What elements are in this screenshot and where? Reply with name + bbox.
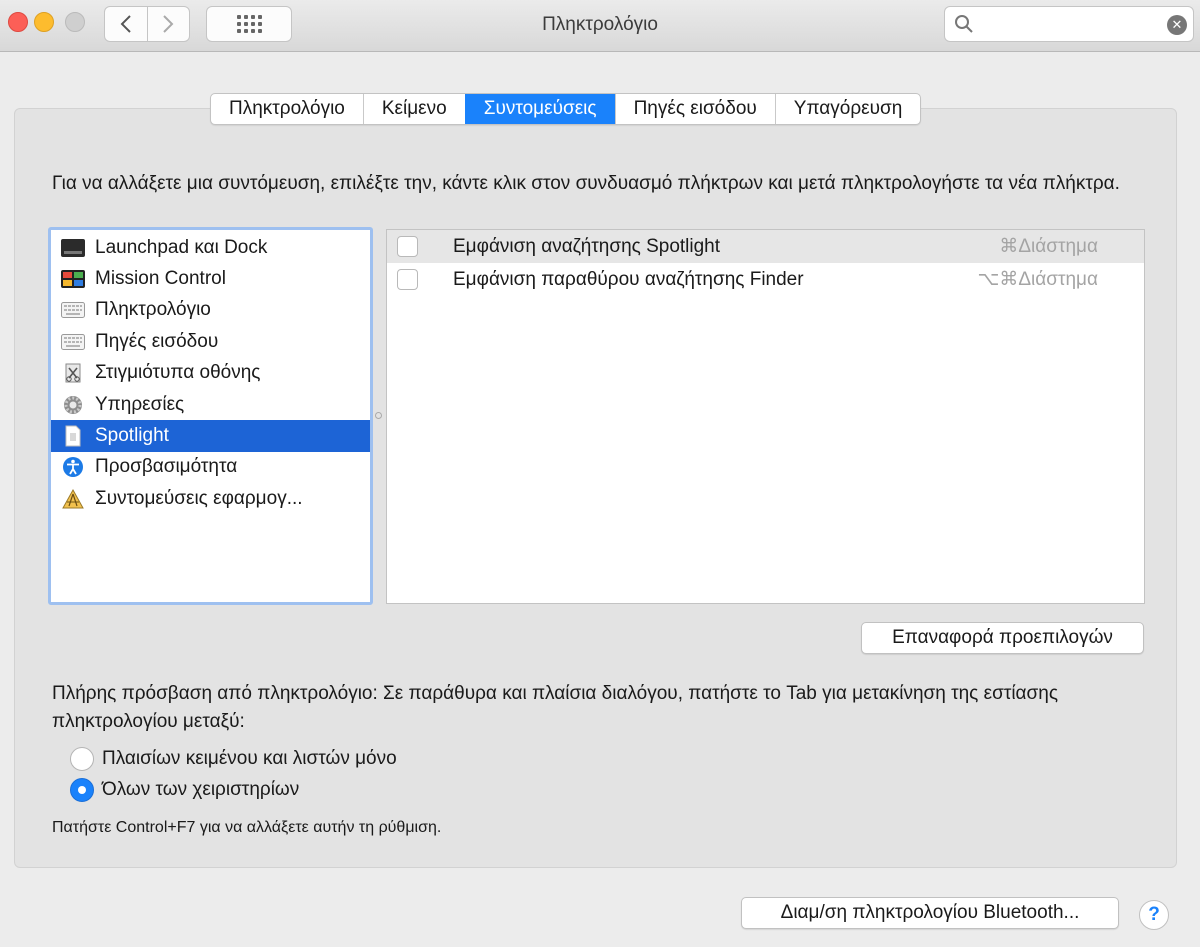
help-button[interactable]: ?: [1139, 900, 1169, 930]
category-screenshots[interactable]: Στιγμιότυπα οθόνης: [51, 358, 370, 389]
category-input-sources[interactable]: Πηγές εισόδου: [51, 326, 370, 357]
category-label: Πηγές εισόδου: [95, 330, 219, 352]
tab-bar: Πληκτρολόγιο Κείμενο Συντομεύσεις Πηγές …: [210, 93, 922, 125]
document-icon: [61, 425, 85, 447]
shortcut-label: Εμφάνιση παραθύρου αναζήτησης Finder: [453, 268, 804, 290]
shortcut-row[interactable]: Εμφάνιση αναζήτησης Spotlight ⌘Διάστημα: [387, 230, 1144, 263]
category-label: Spotlight: [95, 425, 169, 447]
radio-button[interactable]: [70, 747, 94, 771]
tab-shortcuts[interactable]: Συντομεύσεις: [464, 94, 615, 124]
shortcut-enable-checkbox[interactable]: [397, 236, 418, 257]
shortcuts-description: Για να αλλάξετε μια συντόμευση, επιλέξτε…: [52, 173, 1120, 194]
keyboard-icon: [61, 300, 85, 320]
category-label: Υπηρεσίες: [95, 393, 185, 415]
category-accessibility[interactable]: Προσβασιμότητα: [51, 452, 370, 483]
category-spotlight[interactable]: Spotlight: [51, 420, 370, 452]
shortcut-enable-checkbox[interactable]: [397, 269, 418, 290]
search-icon: [955, 15, 973, 33]
category-app-shortcuts[interactable]: Συντομεύσεις εφαρμογ...: [51, 483, 370, 514]
shortcut-category-list[interactable]: Launchpad και Dock Mission Control Πληκτ…: [48, 227, 373, 605]
shortcut-list[interactable]: Εμφάνιση αναζήτησης Spotlight ⌘Διάστημα …: [386, 229, 1145, 604]
tab-dictation[interactable]: Υπαγόρευση: [774, 94, 921, 124]
radio-label: Πλαισίων κειμένου και λιστών μόνο: [102, 748, 397, 769]
restore-defaults-button[interactable]: Επαναφορά προεπιλογών: [861, 622, 1144, 654]
mission-control-icon: [61, 269, 85, 289]
category-label: Launchpad και Dock: [95, 236, 268, 258]
radio-all-controls[interactable]: Όλων των χειριστηρίων: [70, 777, 299, 803]
shortcut-keys[interactable]: ⌥⌘Διάστημα: [977, 268, 1098, 291]
launchpad-icon: [61, 238, 85, 258]
radio-text-boxes-only[interactable]: Πλαισίων κειμένου και λιστών μόνο: [70, 746, 397, 772]
title-bar: Πληκτρολόγιο ✕: [0, 0, 1200, 52]
shortcut-keys[interactable]: ⌘Διάστημα: [999, 235, 1098, 258]
keyboard-icon: [61, 332, 85, 352]
category-label: Στιγμιότυπα οθόνης: [95, 362, 261, 384]
category-launchpad-dock[interactable]: Launchpad και Dock: [51, 232, 370, 263]
shortcut-label: Εμφάνιση αναζήτησης Spotlight: [453, 235, 721, 257]
split-view-divider[interactable]: [375, 412, 382, 419]
accessibility-icon: [61, 457, 85, 478]
keyboard-access-description: Πλήρης πρόσβαση από πληκτρολόγιο: Σε παρ…: [52, 683, 1058, 732]
tab-input-sources[interactable]: Πηγές εισόδου: [614, 94, 775, 124]
search-input[interactable]: [981, 13, 1161, 35]
radio-button[interactable]: [70, 778, 94, 802]
app-shortcuts-icon: [61, 488, 85, 509]
screenshot-icon: [61, 363, 85, 383]
category-label: Mission Control: [95, 268, 226, 290]
category-services[interactable]: Υπηρεσίες: [51, 389, 370, 420]
keyboard-access-hint: Πατήστε Control+F7 για να αλλάξετε αυτήν…: [52, 819, 442, 836]
category-label: Προσβασιμότητα: [95, 456, 238, 478]
category-keyboard[interactable]: Πληκτρολόγιο: [51, 295, 370, 326]
setup-bluetooth-keyboard-button[interactable]: Διαμ/ση πληκτρολογίου Bluetooth...: [741, 897, 1119, 929]
category-mission-control[interactable]: Mission Control: [51, 263, 370, 294]
radio-label: Όλων των χειριστηρίων: [102, 779, 300, 800]
clear-search-icon[interactable]: ✕: [1167, 15, 1187, 35]
tab-keyboard[interactable]: Πληκτρολόγιο: [211, 94, 363, 124]
gear-icon: [61, 395, 85, 415]
category-label: Συντομεύσεις εφαρμογ...: [95, 487, 303, 509]
category-label: Πληκτρολόγιο: [95, 299, 211, 321]
shortcut-row[interactable]: Εμφάνιση παραθύρου αναζήτησης Finder ⌥⌘Δ…: [387, 263, 1144, 296]
search-field[interactable]: ✕: [944, 6, 1194, 42]
tab-text[interactable]: Κείμενο: [362, 94, 465, 124]
